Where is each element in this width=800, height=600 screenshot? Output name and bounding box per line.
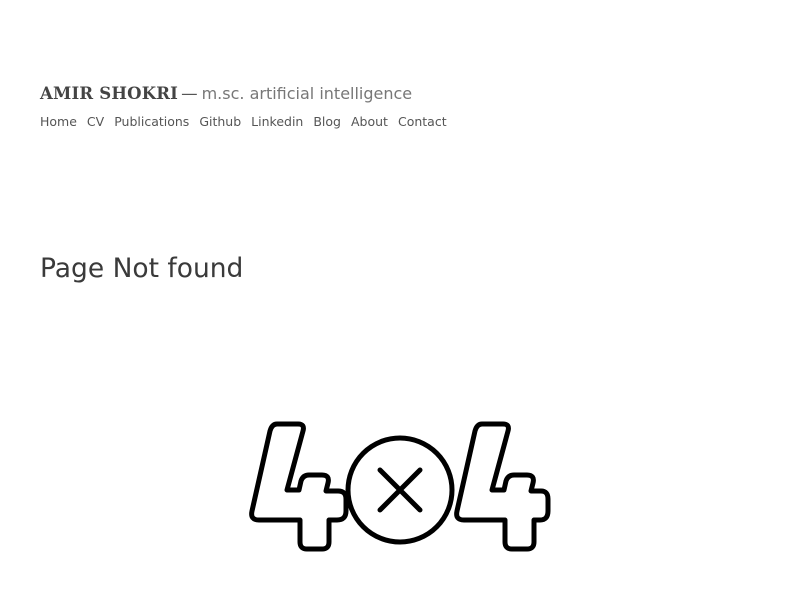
404-illustration	[248, 418, 552, 558]
nav-about-link[interactable]: About	[351, 114, 388, 130]
nav-github-link[interactable]: Github	[199, 114, 241, 130]
page-title: Page Not found	[40, 253, 244, 284]
site-tagline: m.sc. artificial intelligence	[201, 84, 413, 103]
site-title: AMIR SHOKRI — m.sc. artificial intelligenc…	[40, 83, 412, 105]
nav-linkedin-link[interactable]: Linkedin	[251, 114, 303, 130]
title-separator: —	[181, 84, 198, 103]
nav-publications-link[interactable]: Publications	[114, 114, 189, 130]
nav-home-link[interactable]: Home	[40, 114, 77, 130]
site-header: AMIR SHOKRI — m.sc. artificial intelligenc…	[40, 83, 412, 105]
404-icon	[249, 421, 551, 552]
right-four-shape	[454, 421, 551, 552]
main-nav: Home CV Publications Github Linkedin Blo…	[40, 114, 447, 130]
center-x-shape	[377, 467, 423, 513]
left-four-shape	[249, 421, 349, 552]
nav-cv-link[interactable]: CV	[87, 114, 104, 130]
nav-blog-link[interactable]: Blog	[313, 114, 341, 130]
nav-contact-link[interactable]: Contact	[398, 114, 447, 130]
site-name-link[interactable]: AMIR SHOKRI	[40, 84, 178, 103]
